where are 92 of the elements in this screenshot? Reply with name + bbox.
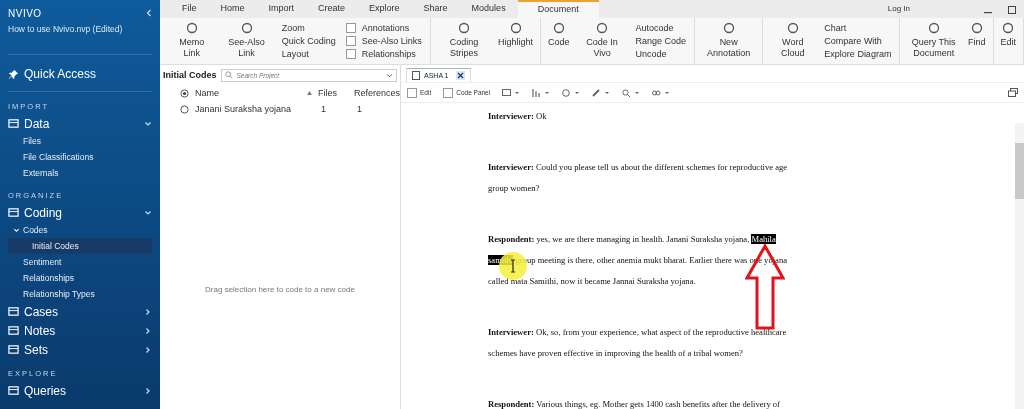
ribbon-button[interactable]: Edit: [997, 18, 1019, 64]
panel-title: Initial Codes: [163, 70, 217, 80]
collapse-icon[interactable]: [146, 9, 152, 17]
nav-subitem[interactable]: Sentiment: [8, 254, 152, 270]
ribbon-checkbox[interactable]: Annotations: [345, 22, 422, 34]
radio-target-icon: [180, 88, 189, 98]
ribbon-tab[interactable]: File: [170, 0, 209, 18]
ribbon-tab[interactable]: Home: [208, 0, 257, 18]
transcript-paragraph: Respondent: Various things, eg. Mother gets 1400 cash benefits after the delivery of: [488, 398, 781, 409]
nav-item[interactable]: Sets: [8, 340, 152, 359]
dropdown-icon: [386, 72, 393, 78]
code-name[interactable]: Janani Suraksha yojana: [195, 104, 315, 114]
circle-dropdown-icon[interactable]: [562, 88, 581, 97]
nav-item[interactable]: Notes: [8, 321, 152, 340]
ribbon-button[interactable]: Memo Link: [168, 18, 216, 64]
ribbon-button[interactable]: Query This Document: [904, 18, 963, 64]
nav-item[interactable]: Data: [8, 114, 152, 133]
ribbon-tab[interactable]: Share: [411, 0, 460, 18]
ribbon-small-button[interactable]: Autocode: [635, 22, 687, 34]
minimize-icon[interactable]: [984, 12, 992, 14]
chevron-icon: [144, 326, 152, 335]
chevron-icon: [144, 208, 152, 217]
pencil-dropdown-icon[interactable]: [592, 88, 611, 97]
nav-subitem[interactable]: Initial Codes: [8, 238, 152, 254]
ribbon-button[interactable]: Highlight: [495, 18, 537, 64]
ribbon-button[interactable]: Find: [965, 18, 989, 64]
ribbon-tab[interactable]: Import: [256, 0, 307, 18]
login-link[interactable]: Log In: [881, 3, 916, 14]
nav-subitem[interactable]: Externals: [8, 165, 152, 181]
restore-icon[interactable]: [1008, 88, 1018, 97]
nav-subitem[interactable]: Relationships: [8, 270, 152, 286]
transcript-paragraph: Interviewer: Ok, so, from your experience, what aspect of the reproductive healthcare schemes have proven effective in improving the health of a tribal women?: [488, 326, 788, 360]
ribbon-button[interactable]: Coding Stripes: [434, 18, 494, 64]
nav-item[interactable]: Queries: [8, 381, 152, 400]
transcript-paragraph: Interviewer: Could you please tell us about the different schemes for reproductive age group women?: [488, 161, 789, 195]
link-dropdown-icon[interactable]: [652, 88, 671, 97]
table-cell: 1: [357, 104, 362, 114]
document-icon: [412, 71, 420, 80]
checkbox[interactable]: [345, 23, 356, 33]
chevron-icon: [144, 307, 152, 316]
ribbon-tab[interactable]: Create: [306, 0, 358, 18]
ribbon-checkbox[interactable]: Relationships: [345, 48, 422, 60]
ribbon-small-button[interactable]: Range Code: [635, 35, 687, 47]
transcript-paragraph: Interviewer: Ok: [488, 110, 548, 123]
search-icon: [224, 71, 233, 79]
ribbon-tab[interactable]: Modules: [459, 0, 518, 18]
column-header[interactable]: References: [354, 88, 400, 98]
project-title: How to use Nvivo.nvp (Edited): [8, 24, 152, 55]
ribbon-button[interactable]: Code: [545, 18, 573, 64]
ribbon-small-button[interactable]: Uncode: [635, 48, 687, 60]
ribbon-small-button[interactable]: Chart: [824, 22, 892, 34]
radio-icon[interactable]: [180, 104, 189, 114]
chevron-icon: [144, 386, 152, 395]
checkbox[interactable]: [345, 49, 356, 59]
nav-subitem[interactable]: Relationship Types: [8, 286, 152, 302]
chevron-icon: [144, 119, 152, 128]
scrollbar[interactable]: [1015, 123, 1024, 409]
nav-subitem[interactable]: Files: [8, 133, 152, 149]
chevron-icon: [144, 345, 152, 354]
column-header[interactable]: Name: [195, 88, 301, 98]
maximize-icon[interactable]: [1008, 6, 1016, 14]
ribbon-button[interactable]: New Annotation: [699, 18, 759, 64]
checkbox[interactable]: [407, 87, 417, 98]
pin-icon: [8, 68, 19, 80]
circle-icon: [551, 21, 566, 35]
nav-subitem[interactable]: Codes: [8, 222, 152, 238]
table-cell-text: 1: [321, 104, 327, 114]
ribbon-small-button[interactable]: Layout: [281, 48, 336, 60]
column-header[interactable]: Files: [318, 88, 348, 98]
ribbon-button[interactable]: See-Also Link: [217, 18, 276, 64]
stripes-dropdown-icon[interactable]: [532, 88, 551, 97]
drop-hint: Drag selection here to code to a new code: [204, 285, 356, 294]
ribbon-small-button[interactable]: Compare With: [824, 35, 892, 47]
close-icon[interactable]: [455, 71, 465, 80]
ribbon-small-button[interactable]: Explore Diagram: [824, 48, 892, 60]
ribbon-small-button[interactable]: Quick Coding: [281, 35, 336, 47]
ribbon-tab[interactable]: Document: [517, 0, 599, 18]
ribbon-button[interactable]: Code In Vivo: [574, 18, 630, 64]
comment-dropdown-icon[interactable]: [502, 88, 521, 97]
nav-subitem[interactable]: File Classifications: [8, 149, 152, 165]
ribbon-tab[interactable]: Explore: [357, 0, 412, 18]
app-logo: NVIVO: [8, 7, 42, 19]
nav-item[interactable]: Coding: [8, 203, 152, 222]
nav-item[interactable]: Cases: [8, 302, 152, 321]
sort-ascending-icon: [307, 91, 312, 95]
checkbox[interactable]: [443, 87, 454, 98]
ribbon-button[interactable]: Word Cloud: [767, 18, 819, 64]
zoom-dropdown-icon[interactable]: [622, 88, 641, 97]
ribbon-checkbox[interactable]: See-Also Links: [345, 35, 422, 47]
ribbon-small-button[interactable]: Zoom: [281, 22, 336, 34]
checkbox[interactable]: [345, 36, 356, 46]
quick-access-item[interactable]: Quick Access: [8, 61, 152, 92]
